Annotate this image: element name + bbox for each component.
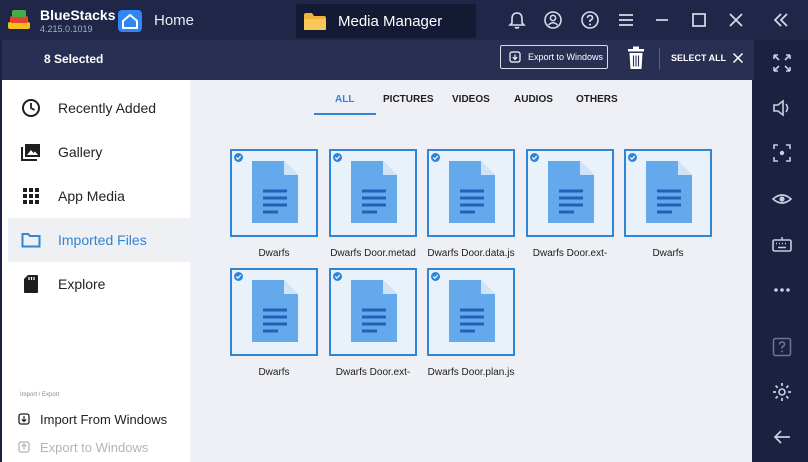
gallery-icon bbox=[21, 144, 40, 161]
tab-media-label: Media Manager bbox=[338, 13, 443, 30]
nav-imported-files[interactable]: Imported Files bbox=[8, 218, 190, 262]
nav-label: Gallery bbox=[58, 144, 103, 160]
tab-home[interactable]: Home bbox=[112, 5, 294, 37]
filter-tab-videos[interactable]: VIDEOS bbox=[452, 94, 490, 105]
file-tile[interactable] bbox=[624, 149, 712, 237]
right-toolbar bbox=[754, 40, 808, 462]
export-to-windows-sidebar-button[interactable]: Export to Windows bbox=[18, 438, 188, 458]
grid-icon bbox=[23, 188, 39, 204]
nav-label: App Media bbox=[58, 188, 125, 204]
check-icon bbox=[431, 153, 440, 162]
volume-icon[interactable] bbox=[771, 97, 793, 119]
check-icon bbox=[333, 272, 342, 281]
document-icon bbox=[252, 161, 298, 223]
menu-icon[interactable] bbox=[616, 10, 636, 30]
home-icon bbox=[118, 10, 142, 32]
sd-card-icon bbox=[24, 275, 38, 293]
selection-bar: 8 Selected Export to Windows SELECT ALL bbox=[2, 40, 754, 80]
file-name: Dwarfs bbox=[652, 248, 684, 259]
export-icon bbox=[509, 51, 521, 63]
check-icon bbox=[234, 272, 243, 281]
nav-label: Imported Files bbox=[58, 232, 147, 248]
file-name: Dwarfs Door.ext- bbox=[532, 248, 608, 259]
document-icon bbox=[252, 280, 298, 342]
tab-media-manager[interactable]: Media Manager bbox=[296, 4, 476, 38]
select-all-button[interactable]: SELECT ALL bbox=[671, 53, 726, 63]
nav-app-media[interactable]: App Media bbox=[8, 174, 190, 218]
export-label: Export to Windows bbox=[528, 52, 604, 62]
document-icon bbox=[351, 280, 397, 342]
check-icon bbox=[431, 272, 440, 281]
check-icon bbox=[530, 153, 539, 162]
folder-icon bbox=[21, 233, 41, 248]
file-browser: ALL PICTURES VIDEOS AUDIOS OTHERS Dwarfs… bbox=[190, 80, 752, 462]
file-name: Dwarfs Door.data.js bbox=[427, 248, 515, 259]
bell-icon[interactable] bbox=[507, 10, 527, 30]
close-icon[interactable] bbox=[726, 10, 746, 30]
export-icon bbox=[18, 441, 30, 453]
import-export-header: Import / Export bbox=[20, 392, 60, 398]
account-icon[interactable] bbox=[543, 10, 563, 30]
filter-tab-all[interactable]: ALL bbox=[335, 94, 354, 105]
clock-icon bbox=[22, 99, 40, 117]
filter-tab-audios[interactable]: AUDIOS bbox=[514, 94, 553, 105]
left-navigation: Recently Added Gallery App Media Importe… bbox=[2, 80, 190, 462]
file-tile[interactable] bbox=[427, 149, 515, 237]
more-options-icon[interactable] bbox=[771, 279, 793, 301]
file-name: Dwarfs bbox=[258, 367, 290, 378]
import-label: Import From Windows bbox=[40, 412, 168, 427]
app-version: 4.215.0.1019 bbox=[40, 24, 93, 34]
file-name: Dwarfs Door.plan.js bbox=[427, 367, 515, 378]
trash-icon[interactable] bbox=[626, 46, 646, 70]
export-to-windows-button[interactable]: Export to Windows bbox=[500, 45, 608, 69]
active-tab-indicator bbox=[314, 113, 376, 115]
document-icon bbox=[646, 161, 692, 223]
file-tile[interactable] bbox=[427, 268, 515, 356]
close-selection-icon[interactable] bbox=[732, 52, 744, 64]
document-icon bbox=[449, 280, 495, 342]
nav-explore[interactable]: Explore bbox=[8, 262, 190, 306]
maximize-icon[interactable] bbox=[689, 10, 709, 30]
back-arrow-icon[interactable] bbox=[771, 426, 793, 448]
nav-gallery[interactable]: Gallery bbox=[8, 130, 190, 174]
export-label: Export to Windows bbox=[40, 440, 149, 455]
bluestacks-logo-icon bbox=[8, 10, 30, 29]
help-icon[interactable] bbox=[771, 336, 793, 358]
file-name: Dwarfs Door.ext- bbox=[335, 367, 411, 378]
file-tile[interactable] bbox=[329, 268, 417, 356]
settings-icon[interactable] bbox=[771, 381, 793, 403]
tab-home-label: Home bbox=[154, 12, 195, 29]
check-icon bbox=[628, 153, 637, 162]
file-tile[interactable] bbox=[230, 268, 318, 356]
document-icon bbox=[449, 161, 495, 223]
screenshot-icon[interactable] bbox=[771, 142, 793, 164]
collapse-sidebar-icon[interactable] bbox=[771, 10, 791, 30]
file-name: Dwarfs bbox=[258, 248, 290, 259]
check-icon bbox=[333, 153, 342, 162]
keyboard-icon[interactable] bbox=[771, 234, 793, 256]
file-tile[interactable] bbox=[329, 149, 417, 237]
selected-count: 8 Selected bbox=[44, 52, 104, 66]
file-name: Dwarfs Door.metad bbox=[330, 248, 416, 259]
import-icon bbox=[18, 413, 30, 425]
help-icon[interactable] bbox=[580, 10, 600, 30]
check-icon bbox=[234, 153, 243, 162]
nav-label: Explore bbox=[58, 276, 106, 292]
document-icon bbox=[351, 161, 397, 223]
folder-icon bbox=[304, 13, 326, 30]
import-from-windows-button[interactable]: Import From Windows bbox=[18, 410, 188, 430]
divider bbox=[659, 48, 660, 70]
fullscreen-icon[interactable] bbox=[771, 52, 793, 74]
minimize-icon[interactable] bbox=[652, 10, 672, 30]
document-icon bbox=[548, 161, 594, 223]
nav-recently-added[interactable]: Recently Added bbox=[8, 86, 190, 130]
filter-tab-pictures[interactable]: PICTURES bbox=[383, 94, 434, 105]
app-name: BlueStacks bbox=[40, 7, 116, 23]
eye-icon[interactable] bbox=[771, 188, 793, 210]
nav-label: Recently Added bbox=[58, 100, 157, 116]
file-tile[interactable] bbox=[230, 149, 318, 237]
file-tile[interactable] bbox=[526, 149, 614, 237]
title-bar: BlueStacks 4.215.0.1019 Home Media Manag… bbox=[0, 0, 808, 40]
filter-tab-others[interactable]: OTHERS bbox=[576, 94, 618, 105]
